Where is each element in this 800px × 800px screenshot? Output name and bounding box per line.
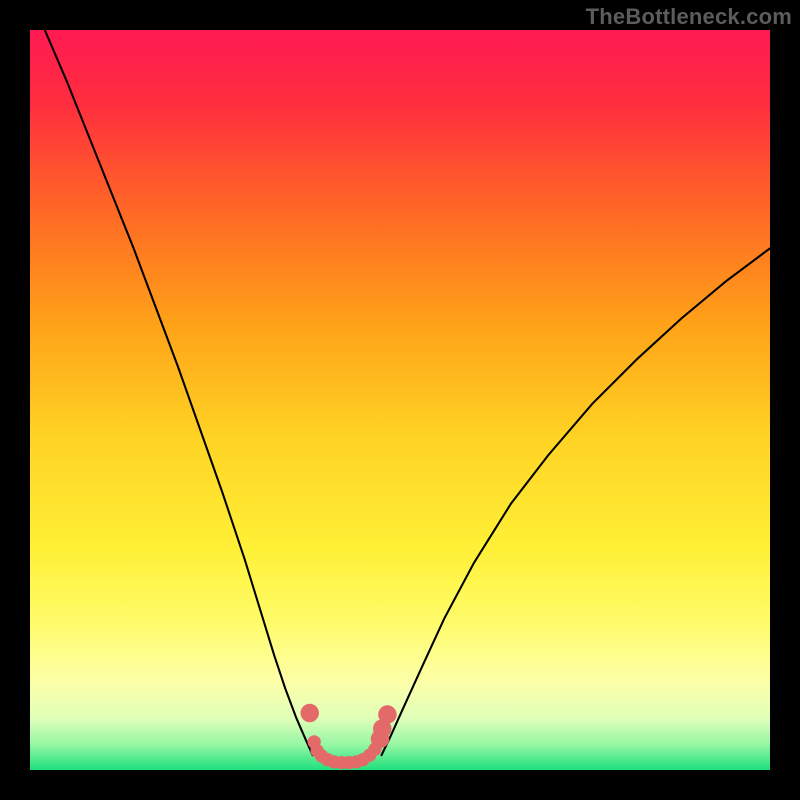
plot-area (30, 30, 770, 770)
outer-frame: TheBottleneck.com (0, 0, 800, 800)
gradient-background (30, 30, 770, 770)
watermark-text: TheBottleneck.com (586, 4, 792, 30)
marker-dot (378, 705, 397, 724)
marker-dot (300, 704, 319, 723)
chart-svg (30, 30, 770, 770)
